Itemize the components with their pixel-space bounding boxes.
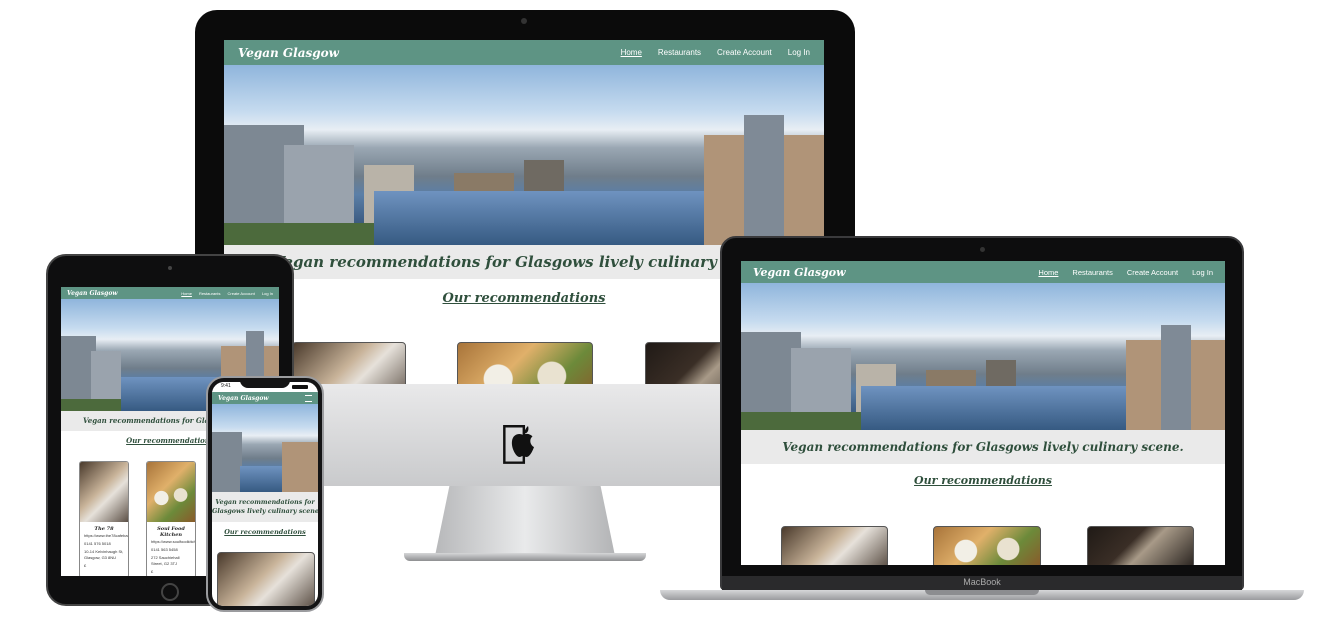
macbook-camera bbox=[980, 247, 985, 252]
card-phone: 0141 563 5458 bbox=[151, 547, 178, 552]
nav-login-link[interactable]: Log In bbox=[788, 48, 810, 57]
site-logo[interactable]: Vegan Glasgow bbox=[238, 46, 339, 60]
site-logo[interactable]: Vegan Glasgow bbox=[218, 395, 269, 402]
restaurant-card-image[interactable] bbox=[457, 342, 593, 384]
nav-links: Home Restaurants Create Account Log In bbox=[1038, 268, 1213, 277]
restaurant-card-image[interactable] bbox=[1087, 526, 1194, 565]
navbar: Vegan Glasgow Home Restaurants Create Ac… bbox=[224, 40, 824, 65]
card-website[interactable]: https://www.soulfoodkitchen.co.uk/ bbox=[147, 538, 195, 546]
nav-home-link[interactable]: Home bbox=[1038, 268, 1058, 277]
restaurant-card-image[interactable] bbox=[217, 552, 315, 606]
card-price: £ bbox=[84, 563, 87, 568]
hero-image bbox=[224, 65, 824, 245]
nav-restaurants-link[interactable]: Restaurants bbox=[1072, 268, 1112, 277]
nav-links: Home Restaurants Create Account Log In bbox=[621, 48, 810, 57]
restaurant-card[interactable]: The 78 https://www.the78cafebar.co.uk/ 0… bbox=[79, 461, 129, 576]
recommendations-heading: Our recommendations bbox=[914, 474, 1052, 487]
imac-stand-foot bbox=[404, 553, 646, 561]
restaurant-card-image bbox=[80, 462, 128, 522]
tagline-line-2: Glasgows lively culinary scene. bbox=[212, 508, 318, 515]
imac-stand bbox=[435, 486, 615, 556]
iphone-notch bbox=[240, 380, 290, 388]
apple-logo-icon bbox=[508, 424, 538, 460]
nav-create-account-link[interactable]: Create Account bbox=[717, 48, 772, 57]
card-address: 10-14 Kelvinhaugh St, Glasgow, G3 8NU bbox=[84, 549, 124, 560]
nav-links: Home Restaurants Create Account Log In bbox=[181, 291, 273, 296]
tagline: Vegan recommendations for Glasgows livel… bbox=[212, 492, 318, 522]
card-title: Soul Food Kitchen bbox=[157, 526, 185, 538]
site-logo[interactable]: Vegan Glasgow bbox=[67, 290, 118, 297]
ipad-camera bbox=[168, 266, 172, 270]
nav-restaurants-link[interactable]: Restaurants bbox=[658, 48, 701, 57]
nav-home-link[interactable]: Home bbox=[621, 48, 642, 57]
tagline-line-1: Vegan recommendations for bbox=[215, 499, 315, 506]
restaurant-card-image[interactable] bbox=[933, 526, 1041, 565]
site-logo[interactable]: Vegan Glasgow bbox=[753, 266, 846, 279]
navbar: Vegan Glasgow Home Restaurants Create Ac… bbox=[741, 261, 1225, 283]
nav-home-link[interactable]: Home bbox=[181, 291, 192, 296]
nav-login-link[interactable]: Log In bbox=[1192, 268, 1213, 277]
macbook-notch bbox=[925, 590, 1039, 595]
iphone-screen: 9:41 Vegan Glasgow Vegan recommendations… bbox=[212, 382, 318, 606]
card-price: £ bbox=[151, 569, 154, 574]
nav-create-account-link[interactable]: Create Account bbox=[1127, 268, 1178, 277]
card-title: The 78 bbox=[94, 526, 114, 532]
hamburger-menu-icon[interactable] bbox=[305, 394, 312, 402]
nav-login-link[interactable]: Log In bbox=[262, 291, 273, 296]
nav-restaurants-link[interactable]: Restaurants bbox=[199, 291, 221, 296]
macbook-label: MacBook bbox=[963, 577, 1001, 587]
hero-image bbox=[741, 283, 1225, 430]
nav-create-account-link[interactable]: Create Account bbox=[228, 291, 255, 296]
hero-image bbox=[212, 404, 318, 492]
restaurant-card-image bbox=[147, 462, 195, 522]
restaurant-card[interactable]: Soul Food Kitchen https://www.soulfoodki… bbox=[146, 461, 196, 576]
imac-camera bbox=[521, 18, 527, 24]
card-website[interactable]: https://www.the78cafebar.co.uk/ bbox=[80, 532, 128, 540]
card-phone: 0141 576 5018 bbox=[84, 541, 111, 546]
phone-status-icons bbox=[292, 385, 308, 389]
status-time: 9:41 bbox=[221, 383, 231, 389]
navbar: Vegan Glasgow Home Restaurants Create Ac… bbox=[61, 287, 279, 299]
tagline: Vegan recommendations for Glasgows livel… bbox=[741, 430, 1225, 464]
macbook-screen: Vegan Glasgow Home Restaurants Create Ac… bbox=[741, 261, 1225, 565]
card-address: 272 Sauchiehall Street, G2 3TJ bbox=[151, 555, 180, 566]
navbar: Vegan Glasgow bbox=[212, 392, 318, 404]
recommendations-heading: Our recommendations bbox=[224, 528, 306, 536]
restaurant-card-image[interactable] bbox=[781, 526, 888, 565]
ipad-home-button[interactable] bbox=[161, 583, 179, 601]
